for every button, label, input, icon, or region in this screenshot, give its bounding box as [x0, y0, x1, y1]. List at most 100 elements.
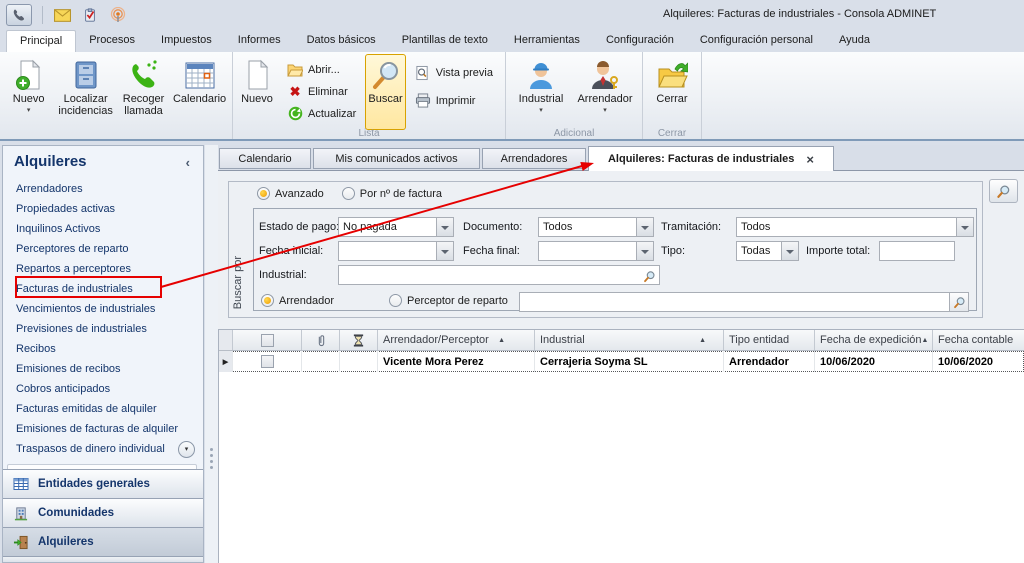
estado-de-pago-select[interactable]: No pagada: [338, 217, 454, 237]
mail-icon[interactable]: [53, 7, 71, 23]
sidebar-splitter[interactable]: [205, 145, 218, 563]
calendario-button[interactable]: Calendario: [170, 54, 229, 130]
documento-select[interactable]: Todos: [538, 217, 654, 237]
column-header-fecha-contable[interactable]: Fecha contable: [933, 330, 1024, 350]
radio-arrendador[interactable]: Arrendador: [261, 294, 334, 307]
section-comunidades[interactable]: Comunidades: [3, 498, 203, 527]
column-header-arrendador-perceptor[interactable]: Arrendador/Perceptor ▲: [378, 330, 535, 350]
section-entidades-generales[interactable]: Entidades generales: [3, 469, 203, 498]
doc-tab-alquileres-facturas-de-industriales[interactable]: Alquileres: Facturas de industriales ×: [588, 146, 834, 171]
recoger-llamada-button[interactable]: Recoger llamada: [117, 54, 170, 130]
ribbon-tab-herramientas[interactable]: Herramientas: [501, 30, 593, 52]
sidebar-item-vencimientos-de-industriales[interactable]: Vencimientos de industriales: [3, 299, 203, 319]
actualizar-button[interactable]: Actualizar: [284, 104, 359, 123]
combo-arrow-icon[interactable]: [636, 218, 653, 236]
broadcast-icon[interactable]: [109, 7, 127, 23]
fecha-inicial-select[interactable]: [338, 241, 454, 261]
ribbon-tab-impuestos[interactable]: Impuestos: [148, 30, 225, 52]
printer-icon: [415, 93, 431, 109]
sort-asc-icon: ▲: [921, 336, 929, 344]
doc-tab-mis-comunicados-activos[interactable]: Mis comunicados activos: [313, 148, 480, 169]
abrir-button[interactable]: Abrir...: [284, 60, 359, 79]
buscar-button[interactable]: Buscar: [365, 54, 406, 130]
businessman-key-icon: [589, 59, 621, 91]
select-all-header[interactable]: [233, 330, 302, 350]
abrir-label: Abrir...: [308, 63, 340, 76]
sidebar-item-previsiones-de-industriales[interactable]: Previsiones de industriales: [3, 319, 203, 339]
ribbon-tab-datos-basicos[interactable]: Datos básicos: [294, 30, 389, 52]
nuevo-button[interactable]: Nuevo ▾: [3, 54, 54, 130]
sidebar-item-perceptores-de-reparto[interactable]: Perceptores de reparto: [3, 239, 203, 259]
entity-search-input[interactable]: [519, 292, 950, 312]
industrial-button[interactable]: Industrial ▾: [510, 54, 572, 130]
hourglass-icon: [352, 333, 365, 347]
fecha-final-select[interactable]: [538, 241, 654, 261]
close-tab-icon[interactable]: ×: [806, 153, 814, 166]
column-header-tipo-entidad[interactable]: Tipo entidad: [724, 330, 815, 350]
blank-document-icon: [241, 59, 273, 91]
radio-icon: [341, 187, 355, 200]
sidebar-item-repartos-a-perceptores[interactable]: Repartos a perceptores: [3, 259, 203, 279]
sidebar-item-propiedades-activas[interactable]: Propiedades activas: [3, 199, 203, 219]
importe-total-input[interactable]: [879, 241, 955, 261]
radio-perceptor-de-reparto[interactable]: Perceptor de reparto: [389, 294, 508, 307]
sidebar-item-traspasos-de-dinero-individual[interactable]: Traspasos de dinero individual ▾: [3, 439, 203, 459]
column-header-fecha-de-expedicion[interactable]: Fecha de expedición ▲: [815, 330, 933, 350]
lista-nuevo-button[interactable]: Nuevo: [236, 54, 278, 130]
row-select-cell[interactable]: [233, 351, 302, 372]
sidebar-item-emisiones-de-facturas-de-alquiler[interactable]: Emisiones de facturas de alquiler: [3, 419, 203, 439]
ribbon-tab-ayuda[interactable]: Ayuda: [826, 30, 883, 52]
radio-avanzado[interactable]: Avanzado: [257, 187, 324, 200]
industrial-input[interactable]: [338, 265, 660, 285]
sidebar-item-arrendadores[interactable]: Arrendadores: [3, 179, 203, 199]
adminet-window: Alquileres: Facturas de industriales - C…: [0, 0, 1024, 563]
attachment-column-header[interactable]: [302, 330, 340, 350]
localizar-incidencias-button[interactable]: Localizar incidencias: [54, 54, 117, 130]
search-panel-button[interactable]: [989, 179, 1018, 203]
clipboard-check-icon[interactable]: [81, 7, 99, 23]
combo-arrow-icon[interactable]: [956, 218, 973, 236]
sidebar-item-facturas-de-industriales[interactable]: Facturas de industriales: [3, 279, 203, 299]
more-items-chevron-icon[interactable]: ▾: [178, 441, 195, 458]
combo-arrow-icon[interactable]: [636, 242, 653, 260]
row-attachment-cell: [302, 351, 340, 372]
sidebar-item-emisiones-de-recibos[interactable]: Emisiones de recibos: [3, 359, 203, 379]
section-label: Comunidades: [38, 507, 115, 519]
table-row[interactable]: ▶ Vicente Mora Perez Cerrajeria Soyma SL…: [219, 351, 1024, 372]
vista-previa-button[interactable]: Vista previa: [412, 63, 496, 82]
sidebar-item-inquilinos-activos[interactable]: Inquilinos Activos: [3, 219, 203, 239]
ribbon-tab-configuracion[interactable]: Configuración: [593, 30, 687, 52]
sidebar-item-facturas-emitidas-de-alquiler[interactable]: Facturas emitidas de alquiler: [3, 399, 203, 419]
ribbon-tab-plantillas[interactable]: Plantillas de texto: [389, 30, 501, 52]
sidebar-item-cobros-anticipados[interactable]: Cobros anticipados: [3, 379, 203, 399]
combo-arrow-icon[interactable]: [436, 218, 453, 236]
row-indicator-header: [219, 330, 233, 350]
chevron-down-icon: ▾: [539, 107, 543, 114]
industrial-label: Industrial: [518, 93, 564, 105]
column-header-industrial[interactable]: Industrial ▲: [535, 330, 724, 350]
combo-arrow-icon[interactable]: [436, 242, 453, 260]
pending-column-header[interactable]: [340, 330, 378, 350]
phone-call-icon: [128, 59, 160, 91]
ribbon-tab-informes[interactable]: Informes: [225, 30, 294, 52]
radio-por-numero-factura[interactable]: Por nº de factura: [341, 187, 442, 200]
arrendador-button[interactable]: Arrendador ▾: [572, 54, 638, 130]
ribbon-tab-principal[interactable]: Principal: [6, 30, 77, 52]
doc-tab-calendario[interactable]: Calendario: [219, 148, 311, 169]
search-lookup-icon[interactable]: [641, 268, 657, 284]
combo-arrow-icon[interactable]: [781, 242, 798, 260]
documento-label: Documento:: [463, 221, 523, 233]
collapse-sidebar-icon[interactable]: ‹: [186, 155, 190, 170]
sidebar-item-recibos[interactable]: Recibos: [3, 339, 203, 359]
cerrar-button[interactable]: Cerrar: [646, 54, 698, 130]
imprimir-button[interactable]: Imprimir: [412, 91, 496, 110]
phone-icon[interactable]: [6, 4, 32, 26]
doc-tab-arrendadores[interactable]: Arrendadores: [482, 148, 586, 169]
ribbon-tab-procesos[interactable]: Procesos: [76, 30, 148, 52]
section-alquileres[interactable]: Alquileres: [3, 527, 203, 556]
tipo-select[interactable]: Todas: [736, 241, 799, 261]
ribbon-tab-configuracion-personal[interactable]: Configuración personal: [687, 30, 826, 52]
entity-lookup-button[interactable]: [949, 292, 969, 312]
eliminar-button[interactable]: ✖ Eliminar: [284, 82, 359, 101]
tramitacion-select[interactable]: Todos: [736, 217, 974, 237]
